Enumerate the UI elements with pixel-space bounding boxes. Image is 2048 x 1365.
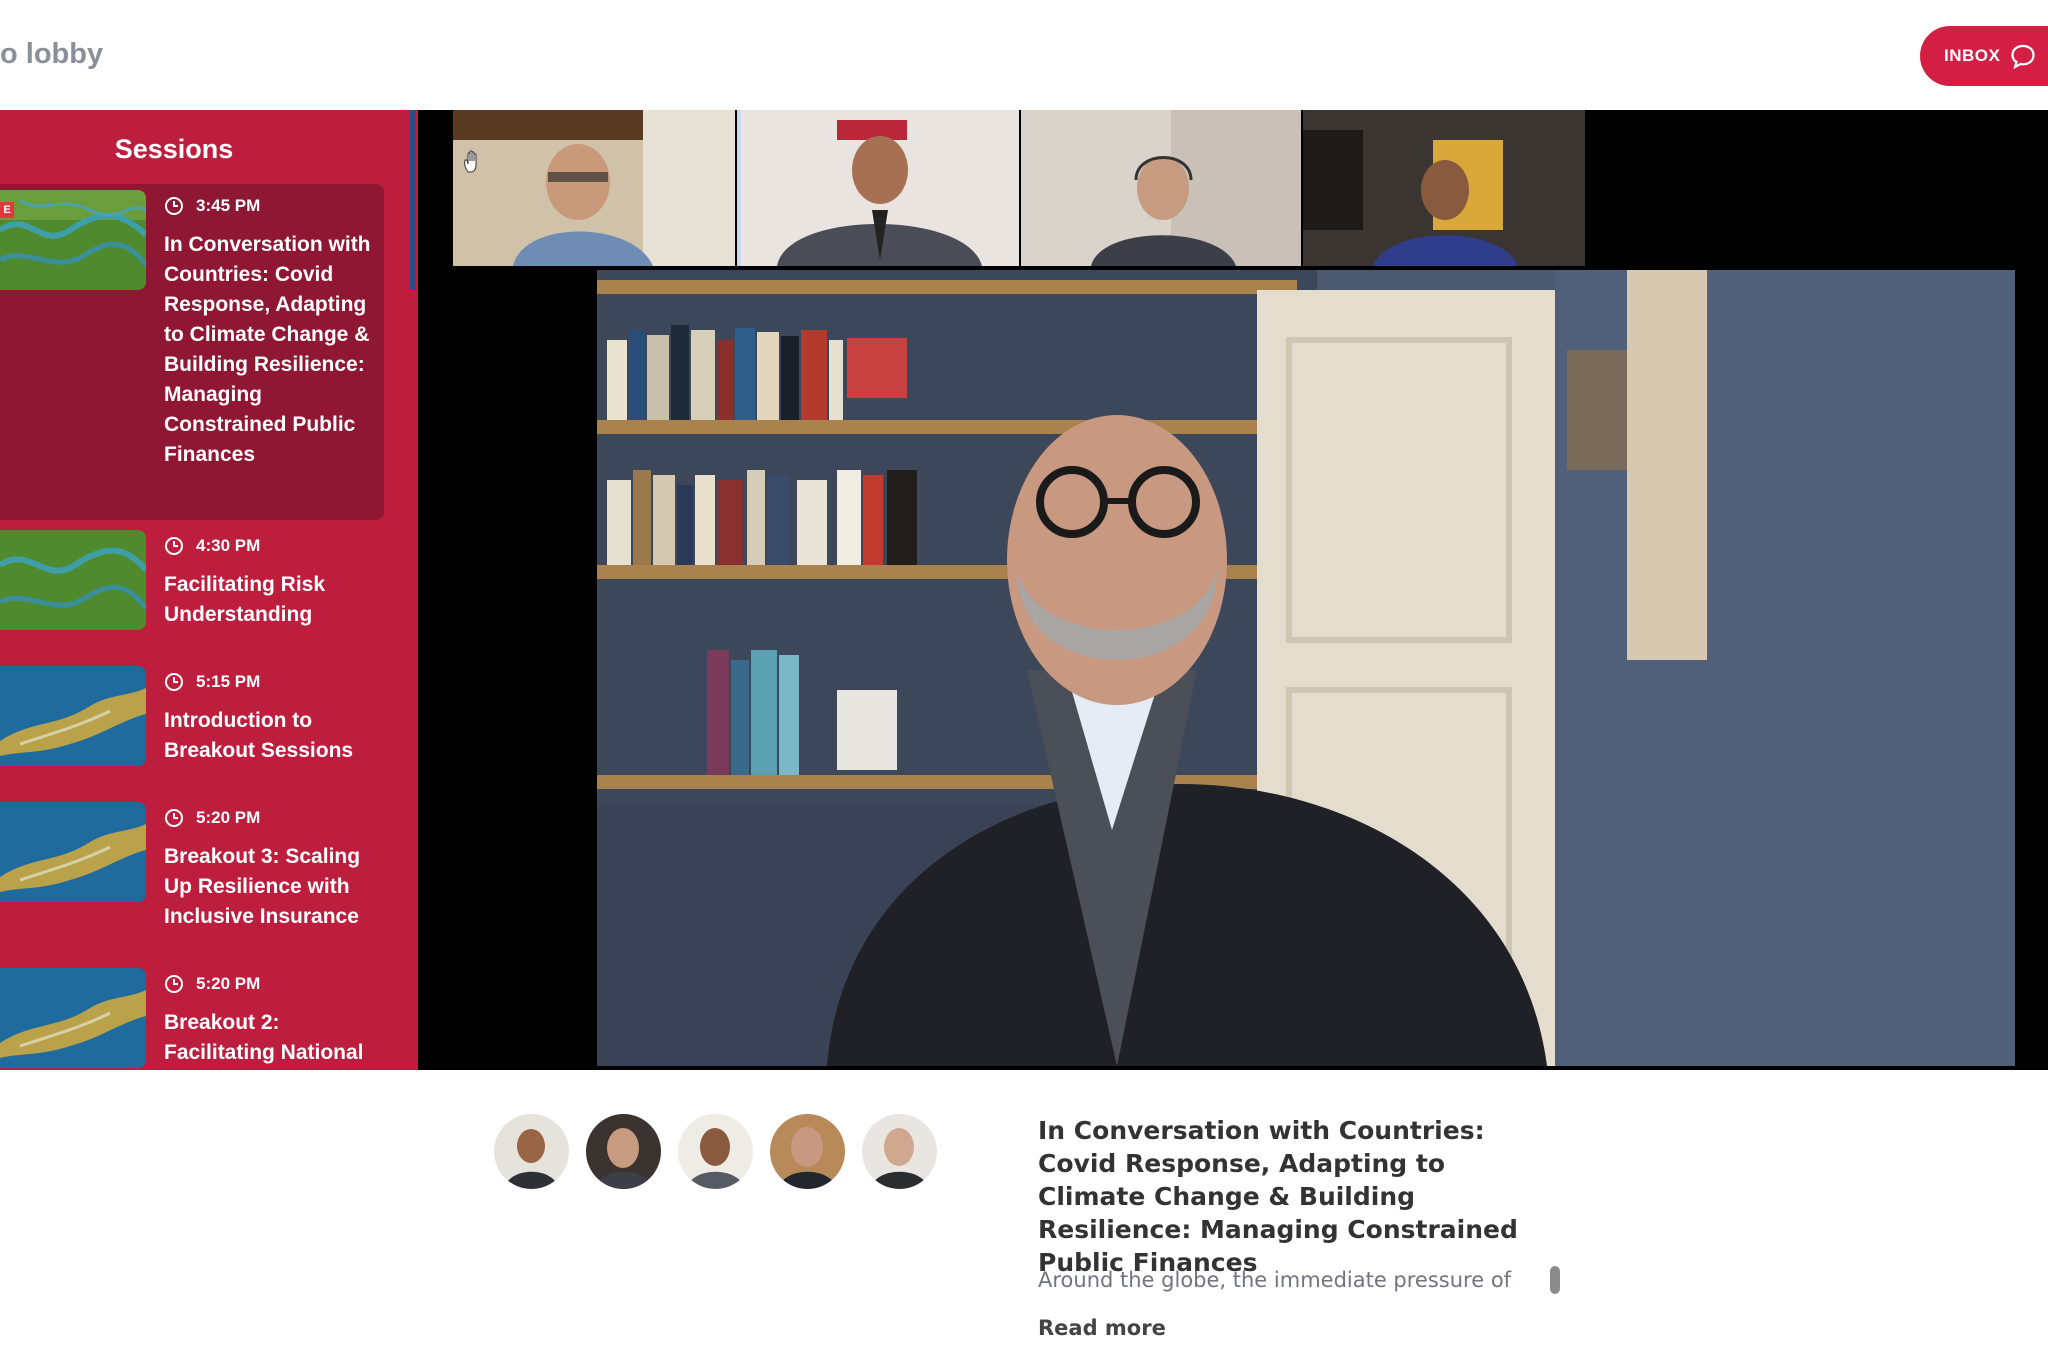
session-time-text: 5:15 PM xyxy=(196,672,261,691)
chat-bubble-icon xyxy=(2011,44,2035,69)
speaker-avatar[interactable] xyxy=(770,1114,845,1189)
session-thumbnail xyxy=(0,666,146,766)
session-time: 5:15 PM xyxy=(164,672,260,692)
description-scrollbar[interactable] xyxy=(1550,1266,1560,1294)
session-item[interactable]: 4:30 PM Facilitating Risk Understanding xyxy=(0,530,384,640)
inbox-label: INBOX xyxy=(1944,46,2001,65)
raise-hand-icon xyxy=(464,150,477,173)
main-speaker-video xyxy=(597,270,2015,1066)
session-item[interactable]: 5:15 PM Introduction to Breakout Session… xyxy=(0,666,384,776)
participant-tile xyxy=(453,110,735,266)
session-item[interactable]: 5:20 PM Breakout 3: Scaling Up Resilienc… xyxy=(0,802,384,942)
session-time: 4:30 PM xyxy=(164,536,260,556)
speakers-list xyxy=(494,1114,937,1189)
session-item-active[interactable]: E 3:45 PM In Conversation with Countries… xyxy=(0,184,384,520)
session-time-text: 5:20 PM xyxy=(196,974,261,993)
session-title: In Conversation with Countries: Covid Re… xyxy=(164,233,371,466)
speaker-avatar[interactable] xyxy=(678,1114,753,1189)
participant-tile xyxy=(1303,110,1585,266)
top-bar: o lobby INBOX xyxy=(0,0,2048,110)
clock-icon xyxy=(165,197,183,215)
session-time-text: 4:30 PM xyxy=(196,536,261,555)
sessions-panel: Sessions E 3:45 PM In Conversation with … xyxy=(0,110,418,1070)
participant-tile xyxy=(737,110,1019,266)
clock-icon xyxy=(165,809,183,827)
read-more-link[interactable]: Read more xyxy=(1038,1316,1166,1340)
session-time-text: 3:45 PM xyxy=(196,196,261,215)
session-details: In Conversation with Countries: Covid Re… xyxy=(0,1070,2048,1365)
speaker-avatar[interactable] xyxy=(586,1114,661,1189)
back-to-lobby-link[interactable]: o lobby xyxy=(0,38,103,71)
session-time: 5:20 PM xyxy=(164,808,260,828)
sessions-heading: Sessions xyxy=(114,134,234,164)
session-description: Around the globe, the immediate pressure… xyxy=(1038,1268,1512,1292)
session-time-text: 5:20 PM xyxy=(196,808,261,827)
session-thumbnail xyxy=(0,802,146,902)
clock-icon xyxy=(165,673,183,691)
session-title: Introduction to Breakout Sessions xyxy=(164,709,354,762)
speaker-avatar[interactable] xyxy=(494,1114,569,1189)
clock-icon xyxy=(165,537,183,555)
participant-tile xyxy=(1021,110,1301,266)
clock-icon xyxy=(165,975,183,993)
session-heading: In Conversation with Countries: Covid Re… xyxy=(1038,1116,1518,1277)
session-title: Facilitating Risk Understanding xyxy=(164,573,326,626)
session-item[interactable]: 5:20 PM Breakout 2: Facilitating Nationa… xyxy=(0,968,384,1070)
live-tag: E xyxy=(0,202,14,218)
session-title: Breakout 2: Facilitating National xyxy=(164,1011,364,1064)
session-time: 5:20 PM xyxy=(164,974,260,994)
sessions-scrollbar[interactable] xyxy=(410,110,416,290)
session-thumbnail xyxy=(0,968,146,1068)
session-thumbnail xyxy=(0,530,146,630)
session-title: Breakout 3: Scaling Up Resilience with I… xyxy=(164,845,361,928)
session-thumbnail: E xyxy=(0,190,146,290)
session-time: 3:45 PM xyxy=(164,196,260,216)
speaker-avatar[interactable] xyxy=(862,1114,937,1189)
inbox-button[interactable]: INBOX xyxy=(1920,26,2048,86)
video-stream[interactable] xyxy=(418,110,2048,1070)
